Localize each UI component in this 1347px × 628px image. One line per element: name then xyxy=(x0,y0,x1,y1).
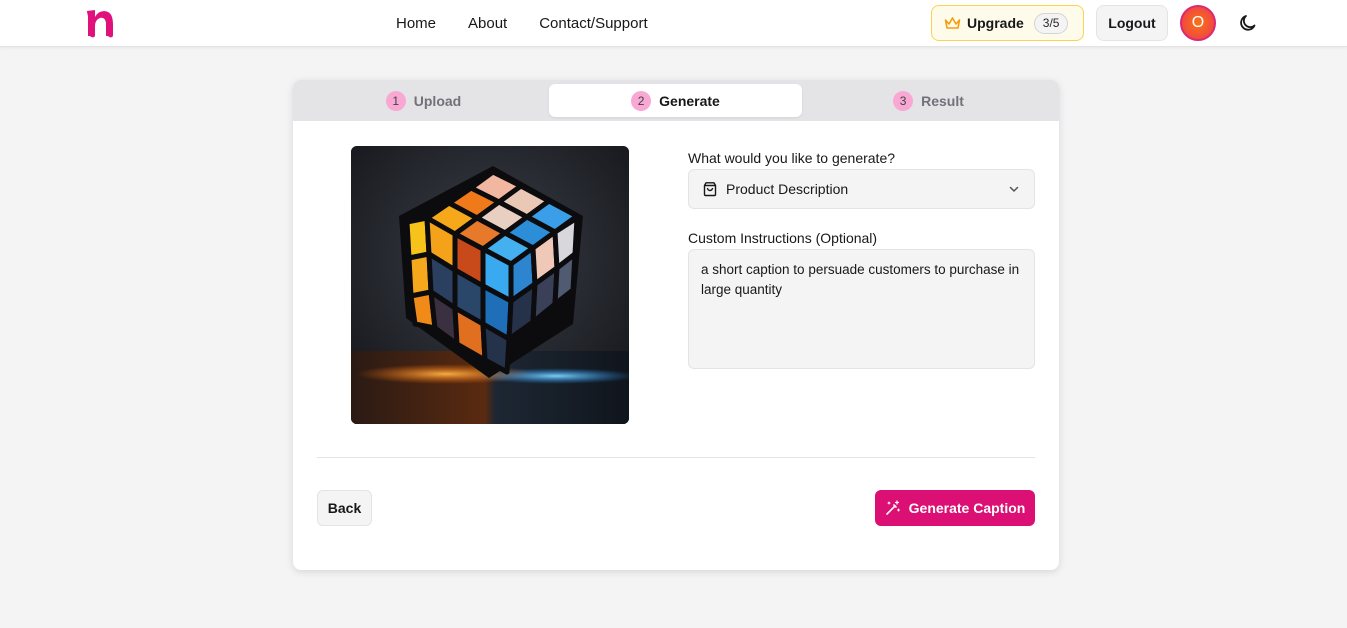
logout-button[interactable]: Logout xyxy=(1096,5,1168,41)
back-button[interactable]: Back xyxy=(317,490,372,526)
rubiks-cube-image xyxy=(351,146,629,424)
chevron-down-icon xyxy=(1009,186,1019,192)
step-generate-tab[interactable]: 2 Generate xyxy=(549,84,802,117)
upgrade-label: Upgrade xyxy=(967,15,1024,31)
crown-icon xyxy=(944,16,961,29)
nav-home-link[interactable]: Home xyxy=(396,15,436,32)
generate-type-label: What would you like to generate? xyxy=(688,150,896,166)
step-number: 2 xyxy=(631,90,652,111)
shopping-bag-icon xyxy=(703,182,717,197)
magic-wand-icon xyxy=(885,500,900,515)
caption-wizard-card: 1 Upload 2 Generate 3 Result What would … xyxy=(293,80,1059,570)
generate-caption-button[interactable]: Generate Caption xyxy=(875,490,1035,526)
user-avatar[interactable]: O xyxy=(1180,5,1216,41)
main-nav: Home About Contact/Support xyxy=(396,0,680,47)
upgrade-button[interactable]: Upgrade 3/5 xyxy=(931,5,1084,41)
generate-caption-label: Generate Caption xyxy=(908,500,1026,516)
instructions-textarea[interactable]: a short caption to persuade customers to… xyxy=(688,249,1035,369)
section-divider xyxy=(317,457,1035,458)
nav-contact-link[interactable]: Contact/Support xyxy=(539,15,647,32)
step-number: 3 xyxy=(893,90,914,111)
step-label: Upload xyxy=(413,92,462,109)
brand-logo-icon[interactable] xyxy=(84,5,118,39)
step-number: 1 xyxy=(385,90,406,111)
instructions-label: Custom Instructions (Optional) xyxy=(688,230,878,246)
step-label: Generate xyxy=(659,92,720,109)
step-upload-tab[interactable]: 1 Upload xyxy=(297,84,550,117)
nav-about-link[interactable]: About xyxy=(468,15,507,32)
step-result-tab[interactable]: 3 Result xyxy=(802,84,1055,117)
generate-type-select[interactable]: Product Description xyxy=(688,169,1035,209)
usage-count-badge: 3/5 xyxy=(1033,12,1069,34)
step-label: Result xyxy=(921,92,964,109)
moon-icon[interactable] xyxy=(1238,13,1258,33)
top-header: Home About Contact/Support Upgrade 3/5 L… xyxy=(0,0,1347,47)
generate-type-value: Product Description xyxy=(726,181,849,197)
step-tabs: 1 Upload 2 Generate 3 Result xyxy=(293,80,1059,121)
uploaded-image-preview xyxy=(351,146,629,424)
